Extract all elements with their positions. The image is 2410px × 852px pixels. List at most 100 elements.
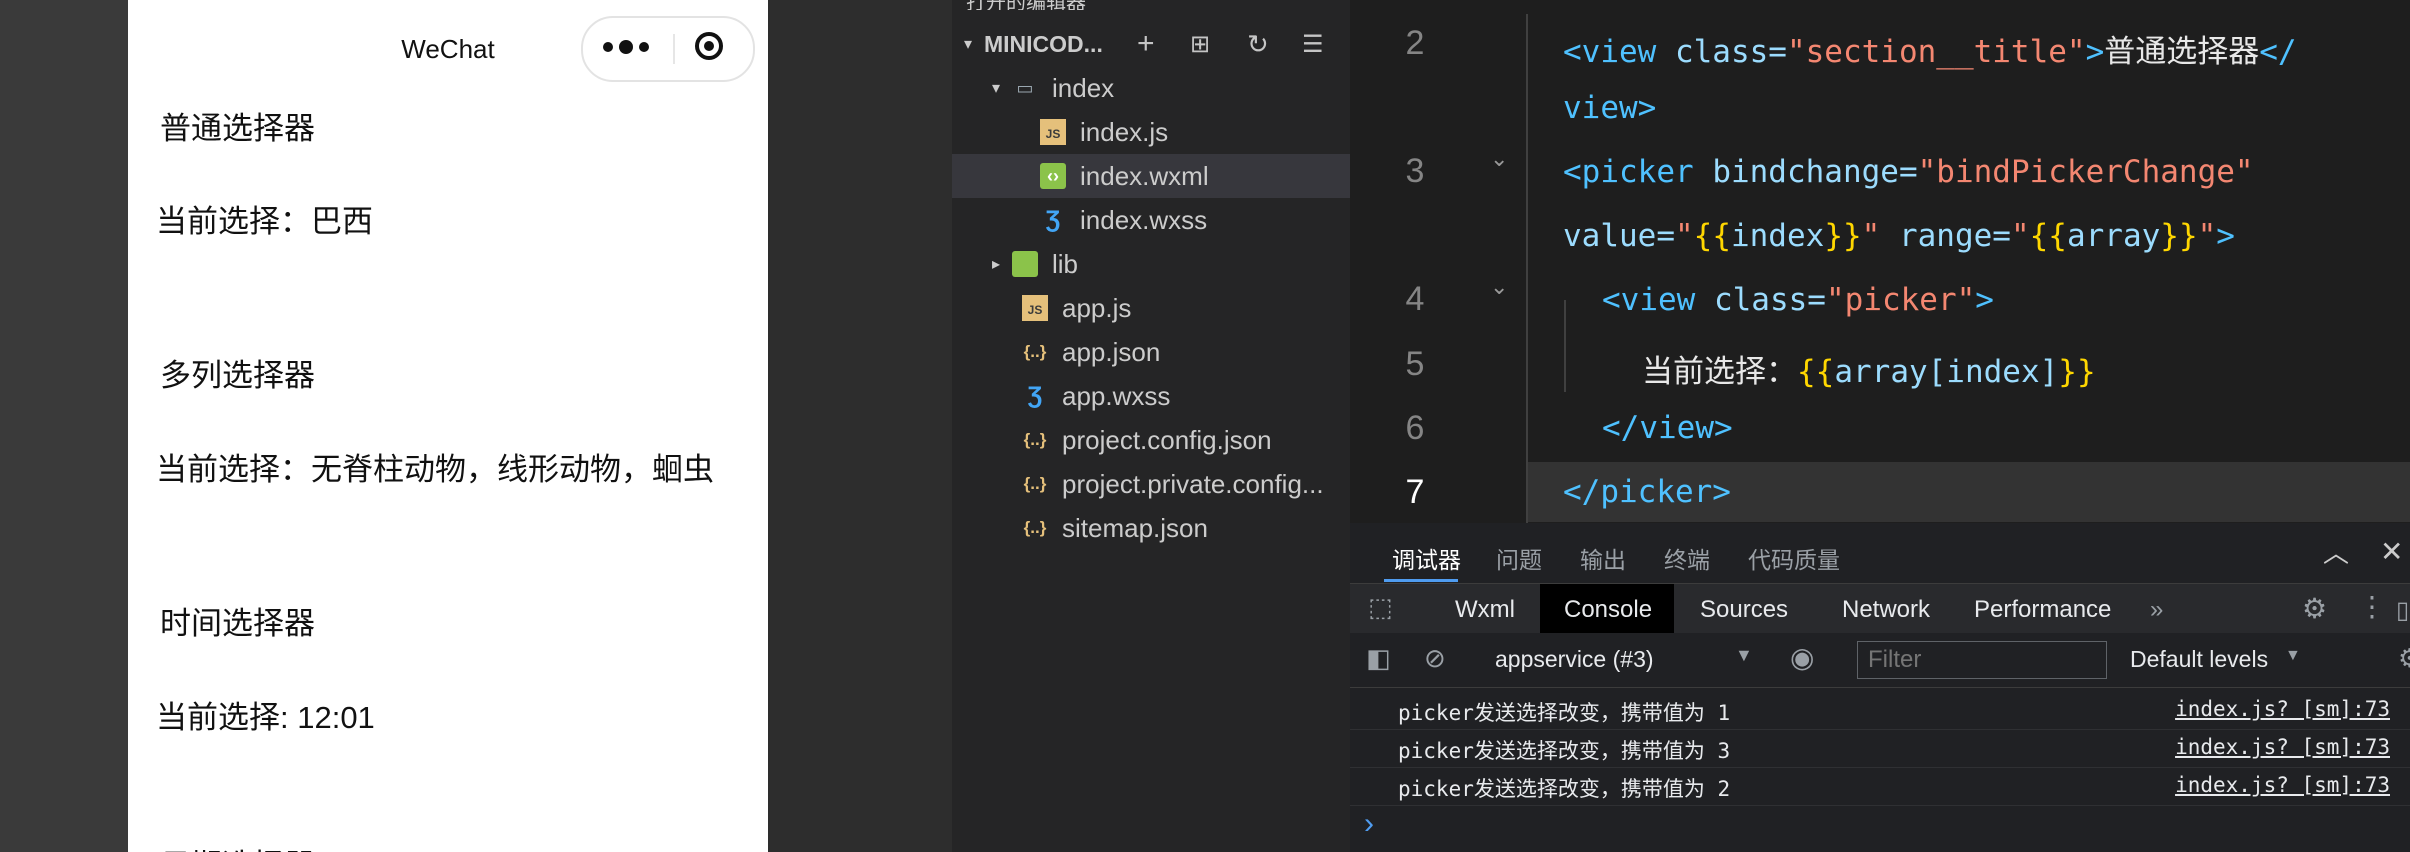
code-editor[interactable]: 2 3 4 5 6 7 ⌄ ⌄ <view class="section__ti…	[1350, 0, 2410, 523]
code-line-7: </picker>	[1563, 474, 1731, 510]
more-icon[interactable]	[603, 33, 673, 61]
tree-item-lib-folder[interactable]: ▸ lib	[952, 242, 1350, 286]
time-picker-value[interactable]: 当前选择: 12:01	[156, 692, 375, 737]
panel-sources[interactable]: Sources	[1700, 596, 1788, 624]
console-filter-bar: ◧ ⊘ appservice (#3) ▼ ◉ Default levels ▼…	[1350, 633, 2410, 688]
code-line-2b: view>	[1563, 90, 1657, 126]
indent-guide	[1526, 14, 1528, 523]
js-file-icon: JS	[1022, 295, 1048, 321]
tree-item-label: project.config.json	[1062, 424, 1272, 455]
tree-item-index-js[interactable]: JS index.js	[952, 110, 1350, 154]
log-source-link[interactable]: index.js? [sm]:73	[2175, 697, 2390, 721]
line-number: 2	[1405, 24, 1425, 62]
dock-icon[interactable]: ▯	[2396, 596, 2409, 625]
inspect-element-icon[interactable]: ⬚	[1368, 592, 1393, 623]
json-file-icon: {..}	[1023, 518, 1047, 537]
code-line-5: 当前选择：{{array[index]}}	[1642, 354, 2096, 390]
tree-item-label: index.wxss	[1080, 204, 1208, 235]
panel-wxml[interactable]: Wxml	[1455, 596, 1515, 624]
phone-simulator: WeChat 普通选择器 当前选择：巴西 多列选择器 当前选择：无脊柱动物，线形…	[128, 0, 768, 852]
tree-item-project-config[interactable]: {..} project.config.json	[952, 418, 1350, 462]
tree-item-project-private-config[interactable]: {..} project.private.config...	[952, 462, 1350, 506]
tab-debugger[interactable]: 调试器	[1392, 541, 1461, 575]
line-number: 3	[1405, 152, 1425, 190]
tree-item-label: index.wxml	[1080, 160, 1209, 191]
eye-icon[interactable]: ◉	[1790, 641, 1814, 674]
tree-item-label: app.wxss	[1062, 380, 1171, 411]
chevron-down-icon: ▾	[992, 80, 1001, 97]
line-number: 4	[1405, 280, 1425, 318]
tab-code-quality[interactable]: 代码质量	[1748, 541, 1840, 575]
caret-down-icon: ▼	[2285, 647, 2301, 664]
close-icon[interactable]: ✕	[2380, 535, 2403, 568]
simulator-background-left	[0, 0, 128, 852]
tree-item-label: project.private.config...	[1062, 468, 1324, 499]
indent-guide	[1564, 300, 1566, 392]
tree-item-label: index	[1052, 72, 1115, 103]
close-miniprogram-icon[interactable]	[695, 32, 723, 60]
log-source-link[interactable]: index.js? [sm]:73	[2175, 735, 2390, 759]
tab-problems[interactable]: 问题	[1496, 541, 1542, 575]
devtools-panel: 调试器 问题 输出 终端 代码质量 ︿ ✕ ⬚ Wxml Console Sou…	[1350, 523, 2410, 852]
console-prompt[interactable]: ›	[1364, 807, 1374, 841]
new-folder-icon[interactable]: ⊞	[1190, 30, 1210, 59]
filter-input[interactable]	[1857, 641, 2107, 679]
fold-chevron-icon[interactable]: ⌄	[1490, 274, 1508, 300]
section-title-time-picker: 时间选择器	[160, 606, 315, 641]
log-source-link[interactable]: index.js? [sm]:73	[2175, 773, 2390, 797]
refresh-icon[interactable]: ↻	[1247, 29, 1269, 60]
json-file-icon: {..}	[1023, 430, 1047, 449]
file-explorer: 打开的编辑器 ▾ MINICOD... + ⊞ ↻ ☰ ▾ ▭ index JS…	[952, 0, 1350, 852]
new-file-icon[interactable]: +	[1137, 27, 1155, 61]
log-message: picker发送选择改变，携带值为 2	[1398, 777, 1731, 801]
sidebar-toggle-icon[interactable]: ◧	[1366, 643, 1391, 674]
code-line-3a: <picker bindchange="bindPickerChange"	[1563, 154, 2254, 190]
tree-item-index-wxml[interactable]: ‹› index.wxml	[952, 154, 1350, 198]
section-title-multi-picker: 多列选择器	[160, 358, 315, 393]
tree-item-index-folder[interactable]: ▾ ▭ index	[952, 66, 1350, 110]
devtools-top-tabs: 调试器 问题 输出 终端 代码质量 ︿ ✕	[1350, 523, 2410, 583]
project-header[interactable]: ▾ MINICOD... + ⊞ ↻ ☰	[952, 22, 1350, 66]
tree-item-sitemap-json[interactable]: {..} sitemap.json	[952, 506, 1350, 550]
open-editors-header[interactable]: 打开的编辑器	[952, 0, 1350, 10]
chevron-right-icon: ▸	[992, 256, 1001, 273]
tree-item-app-json[interactable]: {..} app.json	[952, 330, 1350, 374]
capsule-menu	[581, 16, 755, 82]
line-number: 6	[1405, 409, 1425, 447]
wxss-file-icon: Ʒ	[1027, 382, 1043, 409]
tree-item-label: app.js	[1062, 292, 1132, 323]
js-file-icon: JS	[1040, 119, 1066, 145]
chevron-up-icon[interactable]: ︿	[2323, 533, 2349, 570]
tree-item-app-js[interactable]: JS app.js	[952, 286, 1350, 330]
tree-item-label: sitemap.json	[1062, 512, 1208, 543]
console-log-row: picker发送选择改变，携带值为 1 index.js? [sm]:73	[1350, 691, 2410, 730]
multi-picker-value[interactable]: 当前选择：无脊柱动物，线形动物，蛔虫	[156, 444, 714, 489]
line-number: 5	[1405, 345, 1425, 383]
tree-item-label: lib	[1052, 248, 1079, 279]
caret-down-icon: ▼	[1735, 645, 1753, 665]
wxml-file-icon: ‹›	[1040, 163, 1066, 189]
devtools-panel-toolbar: ⬚ Wxml Console Sources Network Performan…	[1350, 583, 2410, 635]
more-panels-icon[interactable]: »	[2150, 596, 2163, 624]
lib-folder-icon	[1012, 251, 1038, 277]
collapse-all-icon[interactable]: ☰	[1302, 30, 1324, 59]
clear-console-icon[interactable]: ⊘	[1424, 643, 1446, 674]
wxss-file-icon: Ʒ	[1045, 206, 1061, 233]
section-title-normal-picker: 普通选择器	[160, 111, 315, 146]
folder-open-icon: ▭	[1016, 78, 1034, 98]
tree-item-app-wxss[interactable]: Ʒ app.wxss	[952, 374, 1350, 418]
gear-icon[interactable]: ⚙	[2302, 592, 2327, 625]
panel-network[interactable]: Network	[1842, 596, 1930, 624]
kebab-menu-icon[interactable]: ⋮	[2358, 590, 2386, 623]
log-levels-dropdown[interactable]: Default levels	[2130, 646, 2268, 673]
tab-output[interactable]: 输出	[1580, 541, 1626, 575]
code-line-6: </view>	[1602, 410, 1733, 446]
panel-console[interactable]: Console	[1564, 596, 1652, 624]
context-selector[interactable]: appservice (#3)	[1495, 646, 1654, 673]
fold-chevron-icon[interactable]: ⌄	[1490, 146, 1508, 172]
tree-item-index-wxss[interactable]: Ʒ index.wxss	[952, 198, 1350, 242]
normal-picker-value[interactable]: 当前选择：巴西	[156, 196, 373, 241]
settings-gear-icon[interactable]: ⚙	[2398, 643, 2410, 674]
tab-terminal[interactable]: 终端	[1664, 541, 1710, 575]
panel-performance[interactable]: Performance	[1974, 596, 2111, 624]
